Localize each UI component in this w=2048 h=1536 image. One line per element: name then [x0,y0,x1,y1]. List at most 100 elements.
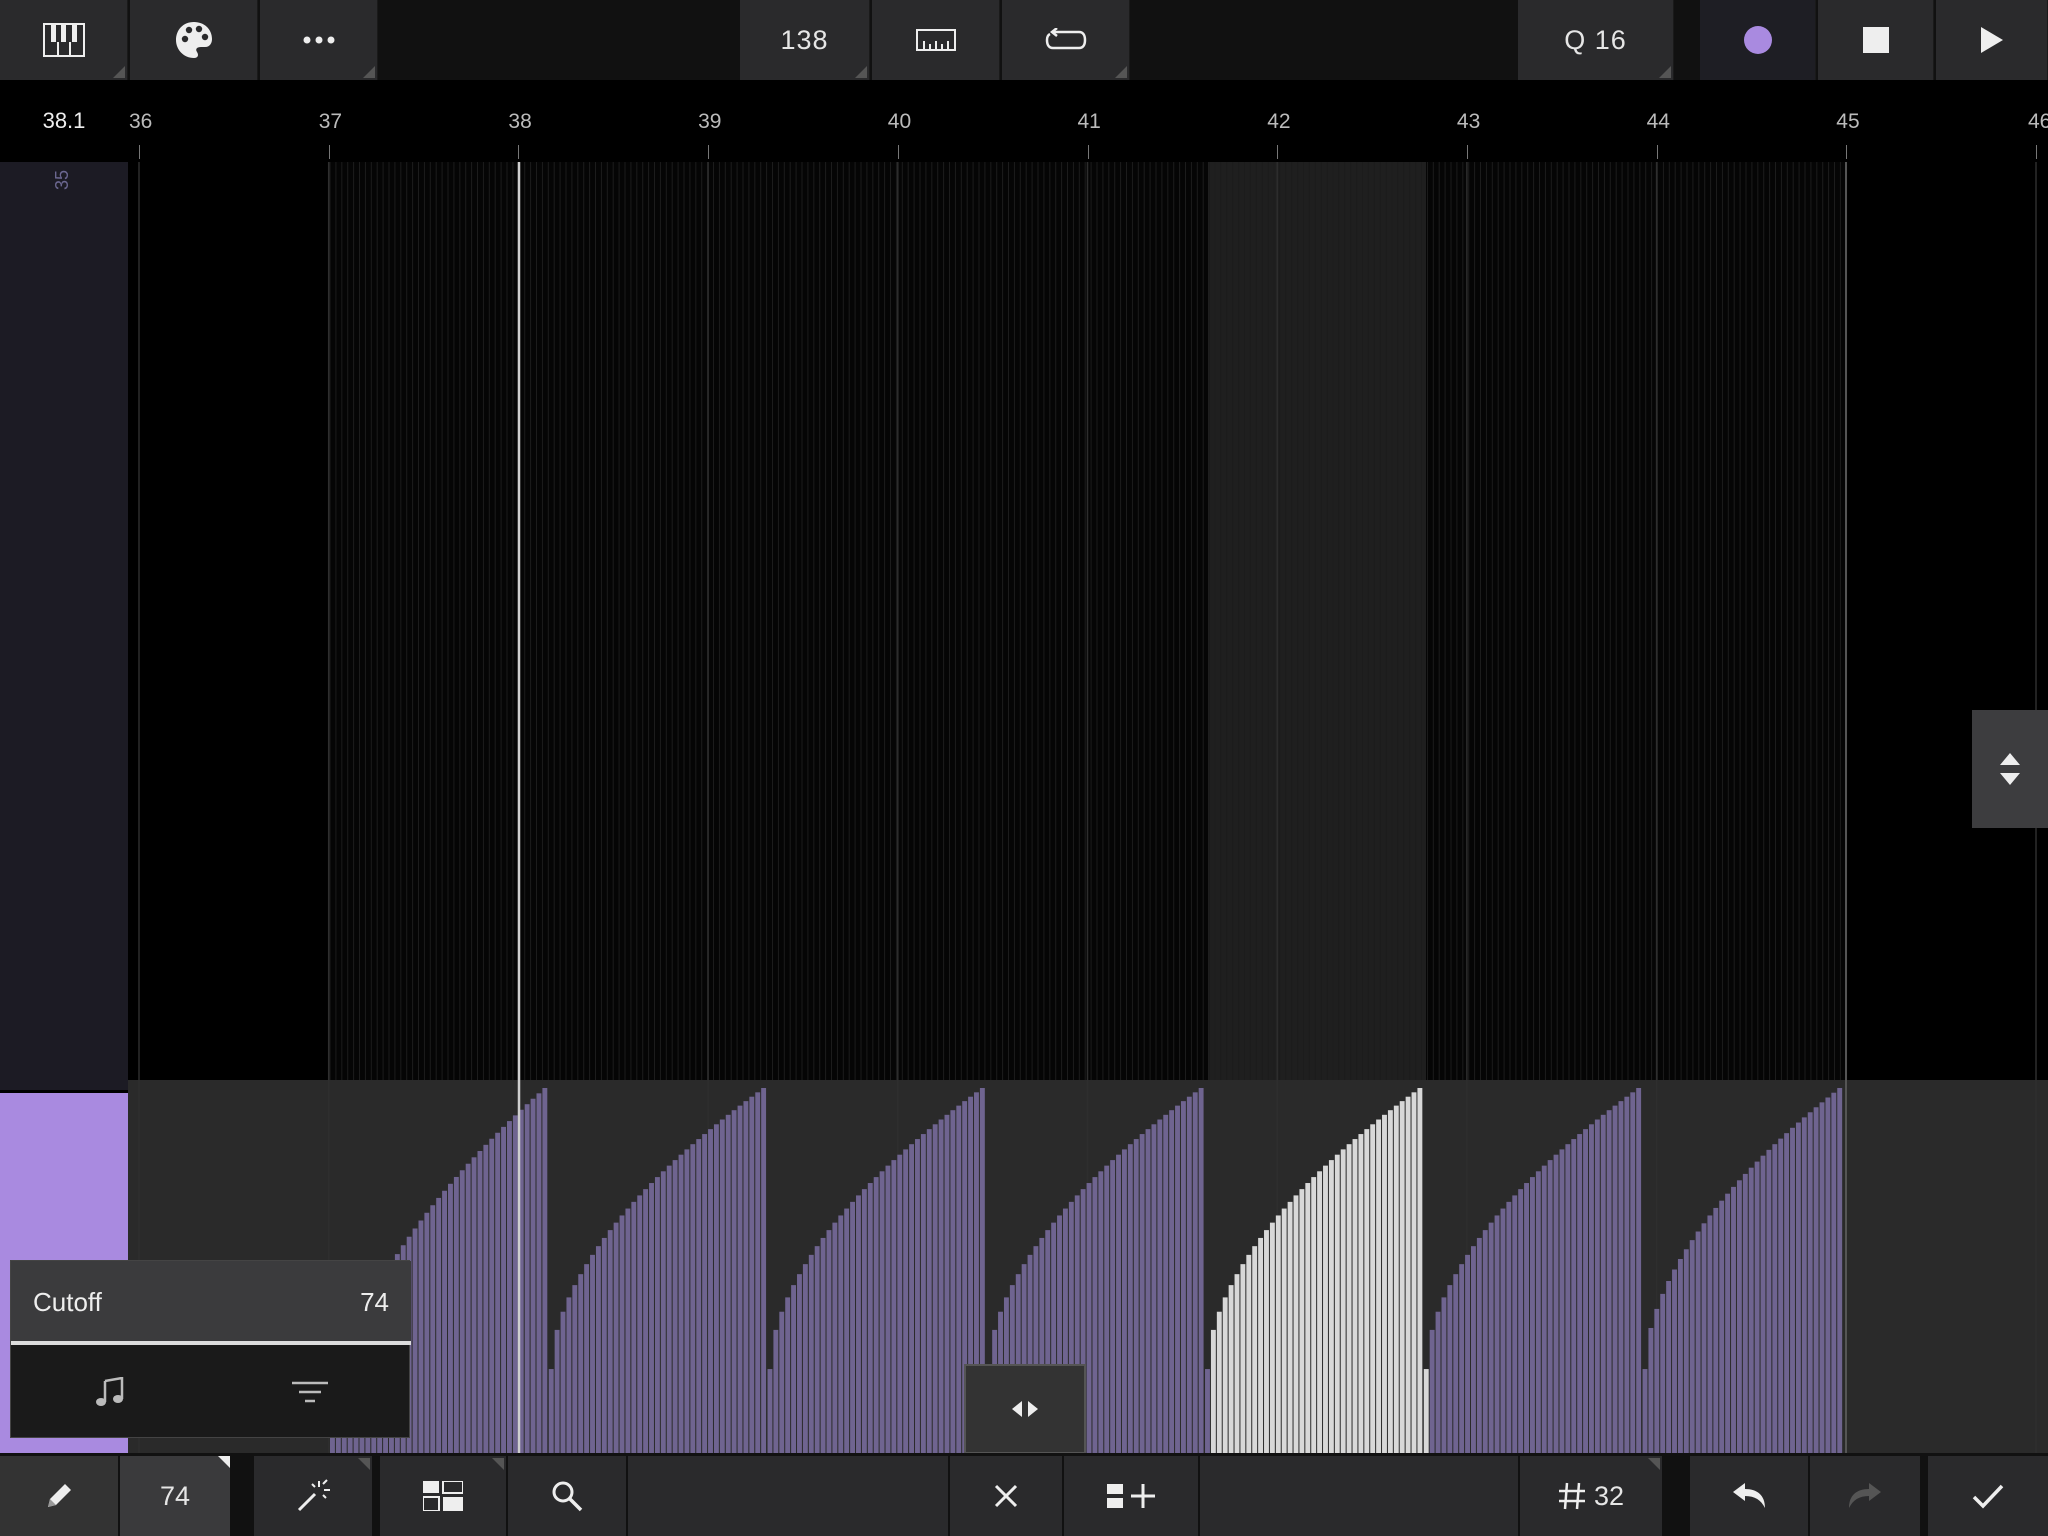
vertical-resize-handle[interactable] [1972,710,2048,828]
undo-icon [1733,1483,1765,1508]
automation-bar [584,1264,590,1453]
automation-bar [1387,1110,1393,1453]
automation-bar [1453,1274,1459,1453]
automation-bar [1281,1208,1287,1453]
automation-bar [1600,1114,1606,1453]
automation-bar [619,1215,625,1453]
automation-bar [1547,1160,1553,1453]
automation-bar [495,1132,501,1453]
automation-bar [1299,1189,1305,1453]
automation-bar [548,1369,554,1453]
automation-bar [1405,1096,1411,1453]
pencil-tool-button[interactable] [0,1456,118,1536]
parameter-header[interactable]: Cutoff 74 [11,1261,411,1345]
automation-bar [1246,1254,1252,1453]
automation-bar [1116,1154,1121,1453]
redo-button[interactable] [1810,1456,1920,1536]
filter-button[interactable] [211,1347,409,1437]
automation-bar [1683,1249,1689,1453]
horizontal-resize-handle[interactable] [964,1364,1086,1454]
automation-bar [879,1171,885,1453]
parameter-name: Cutoff [33,1287,102,1317]
automation-bar [1340,1149,1346,1453]
automation-bar [713,1124,719,1453]
pencil-icon [48,1484,71,1507]
automation-bar [950,1110,956,1453]
automation-bar [459,1170,465,1453]
automation-bar [897,1154,903,1453]
bottom-spacer [628,1456,948,1536]
automation-bar [773,1329,779,1453]
automation-bar [430,1205,436,1453]
automation-bar [1594,1119,1600,1453]
automation-bar [666,1165,672,1453]
undo-button[interactable] [1690,1456,1808,1536]
automation-bar [1459,1264,1465,1453]
automation-bar [749,1096,755,1453]
automation-bar [1186,1096,1192,1453]
automation-bar [625,1208,631,1453]
automation-bar [1269,1222,1275,1453]
automation-bar [909,1144,915,1453]
automation-bar [761,1088,767,1453]
automation-bar [903,1149,909,1453]
automation-bar [1139,1134,1145,1453]
automation-bar [1790,1127,1795,1453]
confirm-button[interactable] [1928,1456,2048,1536]
automation-bar [512,1115,518,1453]
automation-bar [1376,1119,1382,1453]
automation-bar [696,1139,702,1453]
grid-icon [1558,1482,1585,1510]
automation-bar [418,1220,424,1453]
search-button[interactable] [508,1456,626,1536]
cc-value-button[interactable]: 74 [120,1456,230,1536]
automation-bar [938,1119,944,1453]
automation-bar [1429,1329,1435,1453]
automation-bar [708,1129,713,1453]
automation-bar [1192,1092,1198,1453]
automation-bar [572,1285,578,1453]
magic-wand-button[interactable] [254,1456,372,1536]
automation-bar [838,1215,844,1453]
automation-bar [1807,1112,1813,1453]
check-icon [1972,1484,2004,1509]
automation-bar [471,1157,477,1453]
automation-bar [1334,1154,1340,1453]
automation-bar [1447,1285,1453,1453]
note-mode-button[interactable] [11,1347,209,1437]
automation-bar [1813,1107,1819,1453]
automation-bar [1258,1237,1264,1453]
automation-bar [654,1177,660,1453]
automation-bar [1707,1215,1713,1453]
automation-bar [424,1212,430,1453]
automation-bar [826,1230,832,1453]
close-icon [994,1484,1018,1508]
search-icon [552,1481,583,1512]
automation-bar [442,1190,447,1453]
automation-bar [542,1088,548,1453]
automation-bar [690,1144,696,1453]
automation-bar [1482,1230,1488,1453]
automation-bar [1672,1269,1677,1453]
automation-bar [1500,1208,1506,1453]
automation-bar [725,1114,731,1453]
automation-bar [1636,1088,1642,1453]
automation-bar [915,1139,920,1453]
automation-bar [1642,1369,1648,1453]
delete-button[interactable] [950,1456,1062,1536]
grid-size-button[interactable]: 32 [1520,1456,1662,1536]
automation-bar [802,1264,808,1453]
automation-bar [1766,1149,1772,1453]
automation-bar [1648,1327,1654,1453]
automation-bar [791,1285,797,1453]
automation-bar [536,1093,542,1453]
add-track-button[interactable] [1064,1456,1198,1536]
automation-bar [1742,1173,1748,1453]
layout-button[interactable] [380,1456,506,1536]
automation-bar [1364,1129,1370,1453]
automation-bar [1098,1171,1104,1453]
automation-bar [1240,1264,1246,1453]
automation-bar [1494,1215,1500,1453]
chevron-down-icon [2000,773,2020,785]
automation-bar [501,1126,506,1453]
